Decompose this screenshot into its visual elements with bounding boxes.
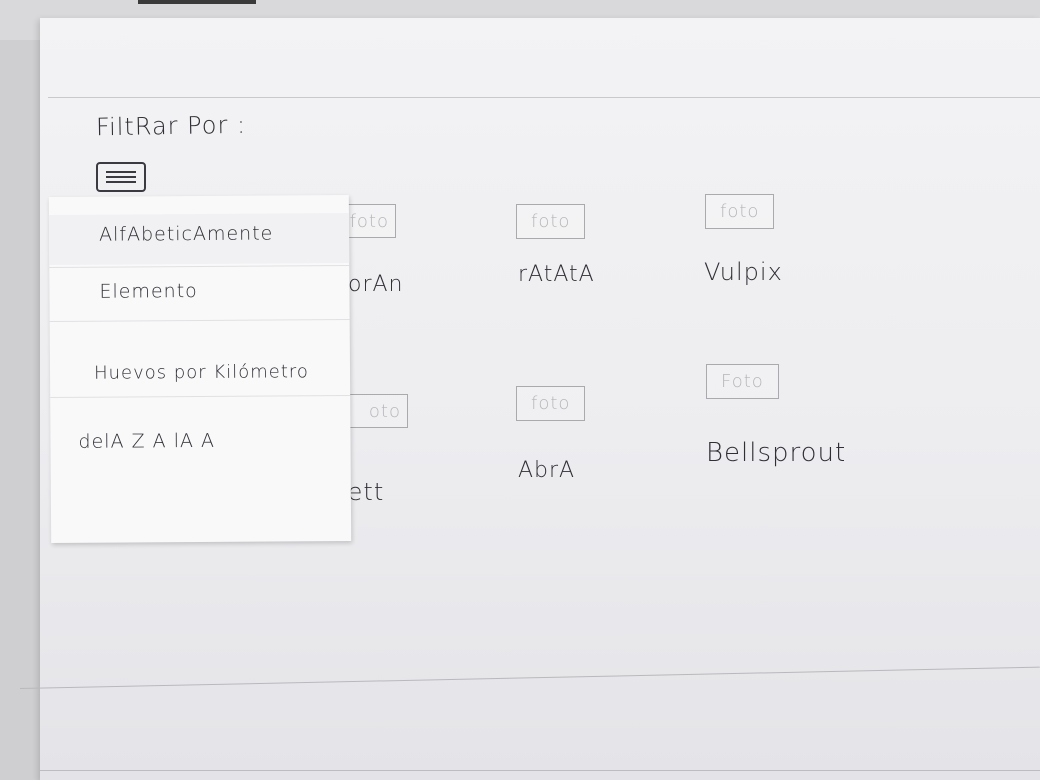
pokemon-name[interactable]: Vulpix (704, 258, 783, 286)
photo-placeholder: foto (516, 386, 586, 421)
filter-label: FiltRar Por : (95, 110, 247, 142)
photo-placeholder: foto (516, 204, 586, 239)
menu-line-icon (106, 181, 136, 183)
pokemon-name[interactable]: AbrA (518, 458, 575, 483)
bottom-divider (40, 770, 1040, 771)
photo-placeholder: foto (705, 194, 775, 229)
filter-dropdown: AlfAbeticAmente Elemento Huevos por Kiló… (48, 194, 352, 544)
divider (49, 318, 350, 323)
menu-line-icon (106, 176, 136, 178)
pokemon-card[interactable]: foto (516, 204, 586, 239)
pokemon-name[interactable]: Bellsprout (706, 438, 846, 468)
desk-object (138, 0, 256, 4)
dropdown-option-z-to-a[interactable]: delA Z A lA A (50, 425, 350, 457)
dropdown-option-element[interactable]: Elemento (49, 275, 349, 307)
pokemon-card[interactable]: foto (516, 386, 586, 421)
pokemon-name[interactable]: rAtAtA (518, 262, 595, 287)
pokemon-card[interactable]: Foto (706, 364, 779, 399)
divider (50, 394, 351, 399)
header-divider (48, 97, 1040, 98)
dropdown-option-alphabetical[interactable]: AlfAbeticAmente (48, 212, 350, 266)
pokemon-name[interactable]: orAn (348, 272, 404, 297)
menu-line-icon (106, 171, 136, 173)
photo-placeholder: Foto (706, 364, 779, 399)
pokemon-card[interactable]: foto (705, 194, 775, 229)
filter-menu-button[interactable] (96, 162, 146, 192)
divider (49, 264, 350, 269)
dropdown-option-eggs-per-km[interactable]: Huevos por Kilómetro (50, 357, 350, 389)
